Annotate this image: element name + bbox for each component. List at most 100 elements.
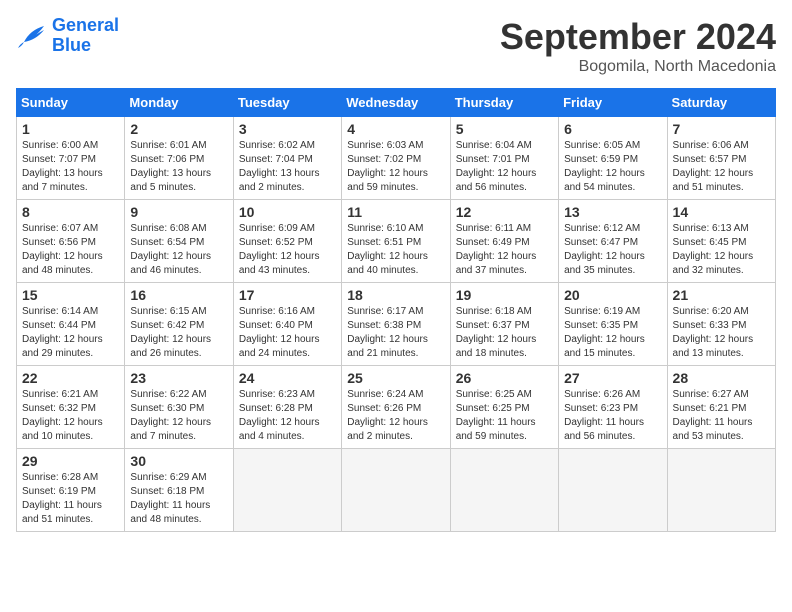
table-row: 2 Sunrise: 6:01 AMSunset: 7:06 PMDaylight… <box>125 117 233 200</box>
day-info: Sunrise: 6:18 AMSunset: 6:37 PMDaylight:… <box>456 305 553 361</box>
day-number: 12 <box>456 204 553 220</box>
day-number: 27 <box>564 370 661 386</box>
table-row: 21 Sunrise: 6:20 AMSunset: 6:33 PMDayligh… <box>667 283 775 366</box>
day-info: Sunrise: 6:27 AMSunset: 6:21 PMDaylight:… <box>673 388 770 444</box>
day-number: 21 <box>673 287 770 303</box>
table-row: 29 Sunrise: 6:28 AMSunset: 6:19 PMDayligh… <box>17 449 125 532</box>
day-number: 20 <box>564 287 661 303</box>
day-number: 1 <box>22 121 119 137</box>
day-info: Sunrise: 6:07 AMSunset: 6:56 PMDaylight:… <box>22 222 119 278</box>
day-number: 26 <box>456 370 553 386</box>
day-number: 4 <box>347 121 444 137</box>
table-row: 5Sunrise: 6:04 AMSunset: 7:01 PMDaylight… <box>450 117 558 200</box>
day-number: 28 <box>673 370 770 386</box>
page-header: General Blue September 2024 Bogomila, No… <box>16 16 776 76</box>
day-info: Sunrise: 6:26 AMSunset: 6:23 PMDaylight:… <box>564 388 661 444</box>
day-number: 6 <box>564 121 661 137</box>
day-info: Sunrise: 6:15 AMSunset: 6:42 PMDaylight:… <box>130 305 227 361</box>
day-number: 2 <box>130 121 227 137</box>
table-row: 22 Sunrise: 6:21 AMSunset: 6:32 PMDayligh… <box>17 366 125 449</box>
table-row: 28 Sunrise: 6:27 AMSunset: 6:21 PMDayligh… <box>667 366 775 449</box>
table-row: 10 Sunrise: 6:09 AMSunset: 6:52 PMDayligh… <box>233 200 341 283</box>
day-number: 25 <box>347 370 444 386</box>
day-info: Sunrise: 6:23 AMSunset: 6:28 PMDaylight:… <box>239 388 336 444</box>
table-row: 23 Sunrise: 6:22 AMSunset: 6:30 PMDayligh… <box>125 366 233 449</box>
day-number: 10 <box>239 204 336 220</box>
day-info: Sunrise: 6:04 AMSunset: 7:01 PMDaylight:… <box>456 139 553 195</box>
day-info: Sunrise: 6:13 AMSunset: 6:45 PMDaylight:… <box>673 222 770 278</box>
day-number: 17 <box>239 287 336 303</box>
table-row: 30Sunrise: 6:29 AMSunset: 6:18 PMDayligh… <box>125 449 233 532</box>
table-row: 18 Sunrise: 6:17 AMSunset: 6:38 PMDayligh… <box>342 283 450 366</box>
header-sunday: Sunday <box>17 89 125 117</box>
day-info: Sunrise: 6:10 AMSunset: 6:51 PMDaylight:… <box>347 222 444 278</box>
table-row: 27 Sunrise: 6:26 AMSunset: 6:23 PMDayligh… <box>559 366 667 449</box>
header-wednesday: Wednesday <box>342 89 450 117</box>
day-info: Sunrise: 6:06 AMSunset: 6:57 PMDaylight:… <box>673 139 770 195</box>
day-info: Sunrise: 6:08 AMSunset: 6:54 PMDaylight:… <box>130 222 227 278</box>
day-number: 18 <box>347 287 444 303</box>
day-info: Sunrise: 6:09 AMSunset: 6:52 PMDaylight:… <box>239 222 336 278</box>
table-row: 3Sunrise: 6:02 AMSunset: 7:04 PMDaylight… <box>233 117 341 200</box>
table-row: 20 Sunrise: 6:19 AMSunset: 6:35 PMDayligh… <box>559 283 667 366</box>
table-row: 25 Sunrise: 6:24 AMSunset: 6:26 PMDayligh… <box>342 366 450 449</box>
day-number: 23 <box>130 370 227 386</box>
calendar-table: Sunday Monday Tuesday Wednesday Thursday… <box>16 88 776 532</box>
calendar-header: Sunday Monday Tuesday Wednesday Thursday… <box>17 89 776 117</box>
day-number: 22 <box>22 370 119 386</box>
table-row: 1 Sunrise: 6:00 AMSunset: 7:07 PMDaylight… <box>17 117 125 200</box>
table-row: 8 Sunrise: 6:07 AMSunset: 6:56 PMDaylight… <box>17 200 125 283</box>
month-title: September 2024 <box>500 16 776 58</box>
table-row <box>233 449 341 532</box>
calendar-body: 1 Sunrise: 6:00 AMSunset: 7:07 PMDaylight… <box>17 117 776 532</box>
table-row: 16 Sunrise: 6:15 AMSunset: 6:42 PMDayligh… <box>125 283 233 366</box>
day-info: Sunrise: 6:11 AMSunset: 6:49 PMDaylight:… <box>456 222 553 278</box>
day-info: Sunrise: 6:17 AMSunset: 6:38 PMDaylight:… <box>347 305 444 361</box>
day-info: Sunrise: 6:02 AMSunset: 7:04 PMDaylight:… <box>239 139 336 195</box>
table-row: 14 Sunrise: 6:13 AMSunset: 6:45 PMDayligh… <box>667 200 775 283</box>
day-info: Sunrise: 6:24 AMSunset: 6:26 PMDaylight:… <box>347 388 444 444</box>
header-monday: Monday <box>125 89 233 117</box>
day-info: Sunrise: 6:03 AMSunset: 7:02 PMDaylight:… <box>347 139 444 195</box>
day-info: Sunrise: 6:21 AMSunset: 6:32 PMDaylight:… <box>22 388 119 444</box>
table-row: 12 Sunrise: 6:11 AMSunset: 6:49 PMDayligh… <box>450 200 558 283</box>
day-number: 29 <box>22 453 119 469</box>
logo-icon <box>16 22 48 50</box>
table-row: 13 Sunrise: 6:12 AMSunset: 6:47 PMDayligh… <box>559 200 667 283</box>
day-number: 13 <box>564 204 661 220</box>
day-info: Sunrise: 6:28 AMSunset: 6:19 PMDaylight:… <box>22 471 119 527</box>
title-block: September 2024 Bogomila, North Macedonia <box>500 16 776 76</box>
header-thursday: Thursday <box>450 89 558 117</box>
table-row: 19Sunrise: 6:18 AMSunset: 6:37 PMDayligh… <box>450 283 558 366</box>
day-number: 8 <box>22 204 119 220</box>
header-tuesday: Tuesday <box>233 89 341 117</box>
location: Bogomila, North Macedonia <box>500 58 776 76</box>
day-info: Sunrise: 6:25 AMSunset: 6:25 PMDaylight:… <box>456 388 553 444</box>
table-row: 9 Sunrise: 6:08 AMSunset: 6:54 PMDaylight… <box>125 200 233 283</box>
day-number: 16 <box>130 287 227 303</box>
day-info: Sunrise: 6:01 AMSunset: 7:06 PMDaylight:… <box>130 139 227 195</box>
table-row <box>450 449 558 532</box>
table-row: 6 Sunrise: 6:05 AMSunset: 6:59 PMDaylight… <box>559 117 667 200</box>
table-row: 11 Sunrise: 6:10 AMSunset: 6:51 PMDayligh… <box>342 200 450 283</box>
table-row: 17Sunrise: 6:16 AMSunset: 6:40 PMDayligh… <box>233 283 341 366</box>
day-info: Sunrise: 6:22 AMSunset: 6:30 PMDaylight:… <box>130 388 227 444</box>
header-saturday: Saturday <box>667 89 775 117</box>
day-number: 30 <box>130 453 227 469</box>
day-number: 15 <box>22 287 119 303</box>
day-info: Sunrise: 6:00 AMSunset: 7:07 PMDaylight:… <box>22 139 119 195</box>
day-number: 9 <box>130 204 227 220</box>
day-number: 14 <box>673 204 770 220</box>
day-number: 7 <box>673 121 770 137</box>
table-row: 4 Sunrise: 6:03 AMSunset: 7:02 PMDaylight… <box>342 117 450 200</box>
day-number: 11 <box>347 204 444 220</box>
day-info: Sunrise: 6:12 AMSunset: 6:47 PMDaylight:… <box>564 222 661 278</box>
table-row <box>559 449 667 532</box>
table-row <box>342 449 450 532</box>
table-row: 7 Sunrise: 6:06 AMSunset: 6:57 PMDaylight… <box>667 117 775 200</box>
table-row: 15Sunrise: 6:14 AMSunset: 6:44 PMDayligh… <box>17 283 125 366</box>
day-info: Sunrise: 6:19 AMSunset: 6:35 PMDaylight:… <box>564 305 661 361</box>
day-number: 24 <box>239 370 336 386</box>
day-info: Sunrise: 6:05 AMSunset: 6:59 PMDaylight:… <box>564 139 661 195</box>
day-info: Sunrise: 6:20 AMSunset: 6:33 PMDaylight:… <box>673 305 770 361</box>
